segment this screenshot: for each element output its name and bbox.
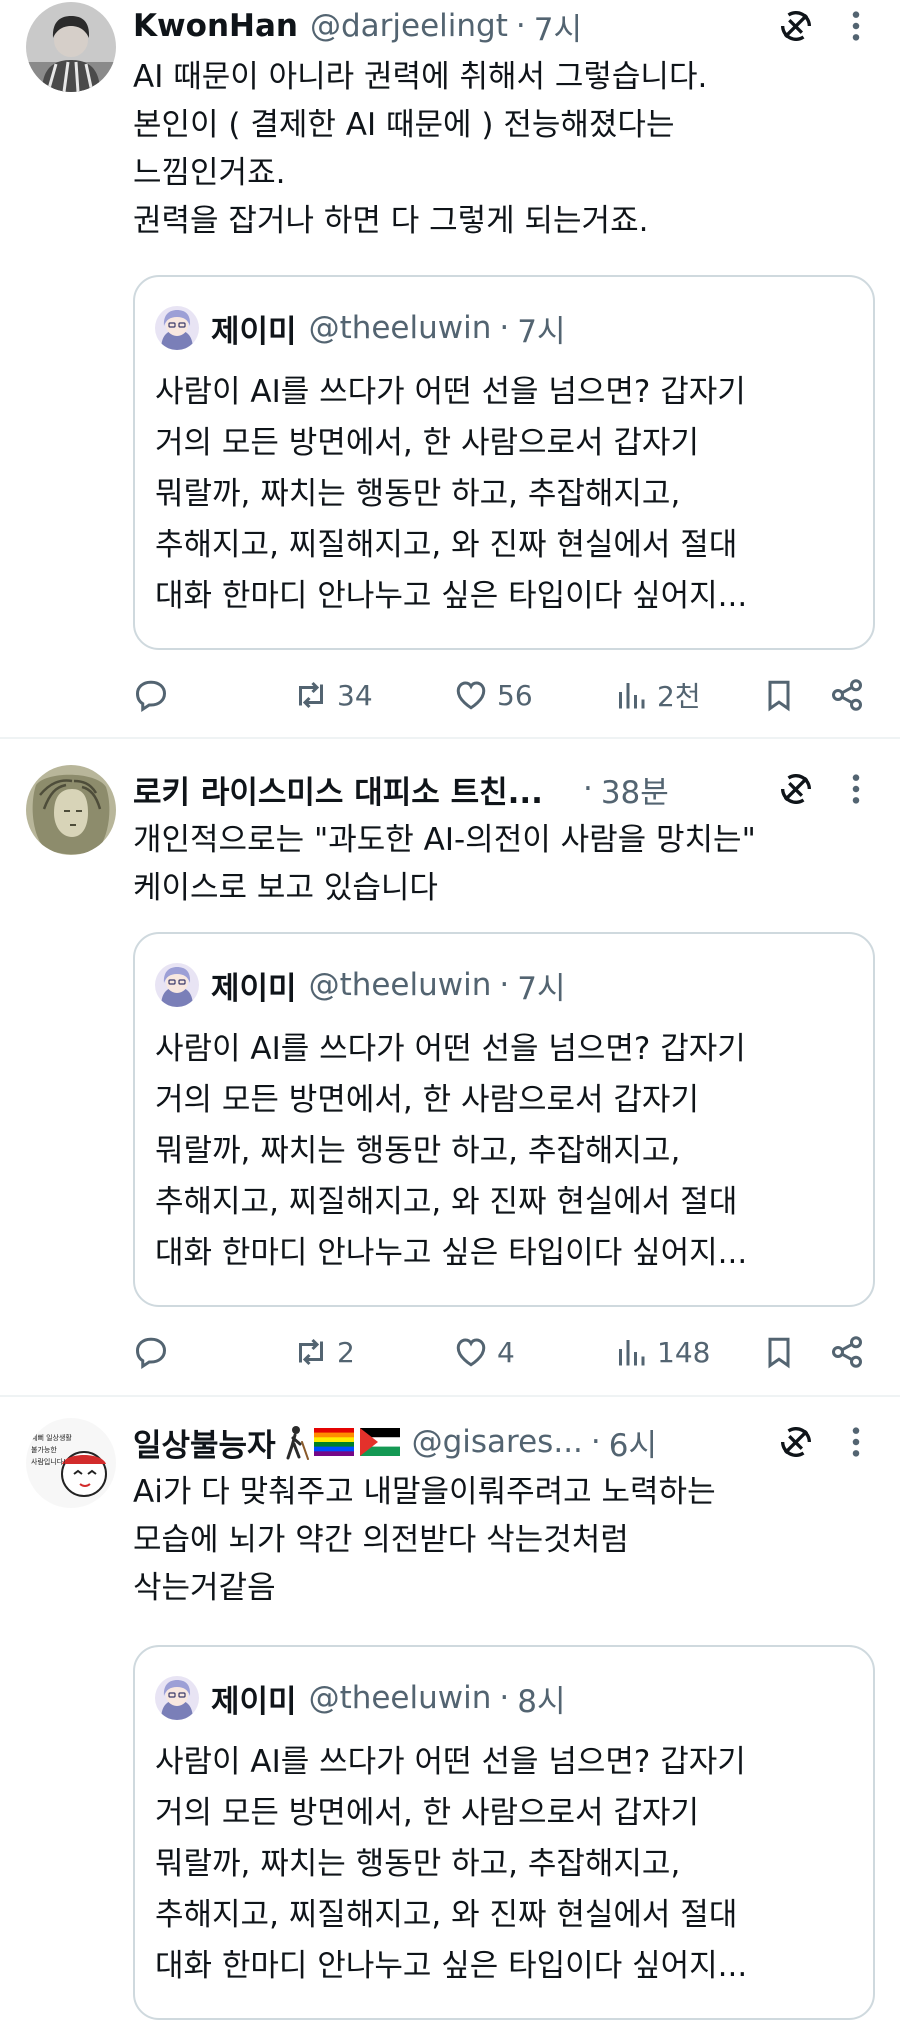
bookmark-button[interactable]	[761, 1327, 805, 1377]
tweet-header: 로키 라이스미스 대피소 트친... · 38분	[133, 765, 880, 813]
quote-display-name: 제이미	[211, 313, 297, 350]
retweet-count: 34	[337, 678, 373, 712]
views-count: 2천	[657, 680, 701, 713]
reply-button[interactable]	[133, 1327, 177, 1377]
quote-avatar	[155, 963, 199, 1007]
avatar[interactable]	[26, 765, 116, 855]
quote-text: 사람이 AI를 쓰다가 어떤 선을 넘으면? 갑자기 거의 모든 방면에서, 한…	[155, 1031, 748, 1271]
retweet-button[interactable]: 34	[293, 670, 373, 720]
quote-tweet[interactable]: 제이미 @theeluwin · 8시 사람이 AI를 쓰다가 어떤 선을 넘으…	[133, 1645, 875, 2020]
quote-display-name: 제이미	[211, 1683, 297, 1720]
views-button[interactable]: 148	[613, 1327, 710, 1377]
views-icon	[613, 677, 649, 713]
handle[interactable]: @darjeelingt	[310, 8, 508, 44]
quote-timestamp: 7시	[517, 970, 566, 1007]
timestamp[interactable]: 38분	[601, 767, 669, 812]
grok-icon[interactable]	[776, 769, 816, 809]
action-bar: 2 4 148	[133, 1327, 873, 1377]
display-name[interactable]: 로키 라이스미스 대피소 트친...	[133, 767, 543, 812]
display-name-emoji	[282, 1424, 400, 1460]
avatar[interactable]	[26, 2, 116, 92]
tweet-text: Ai가 다 맞춰주고 내말을이뤄주려고 노력하는 모습에 뇌가 약간 의전받다 …	[133, 1474, 716, 1606]
heart-icon	[453, 1334, 489, 1370]
grok-icon[interactable]	[776, 1422, 816, 1462]
share-icon	[829, 1334, 865, 1370]
bookmark-icon	[761, 677, 797, 713]
rainbow-flag-icon	[313, 1428, 354, 1456]
timestamp[interactable]: 6시	[609, 1420, 657, 1465]
share-button[interactable]	[829, 670, 873, 720]
handle[interactable]: @gisares...	[412, 1424, 583, 1460]
quote-tweet[interactable]: 제이미 @theeluwin · 7시 사람이 AI를 쓰다가 어떤 선을 넘으…	[133, 275, 875, 650]
person-with-cane-icon	[286, 1426, 309, 1460]
quote-timestamp: 7시	[517, 313, 566, 350]
quote-text: 사람이 AI를 쓰다가 어떤 선을 넘으면? 갑자기 거의 모든 방면에서, 한…	[155, 1744, 748, 1984]
quote-avatar	[155, 306, 199, 350]
quote-avatar	[155, 1676, 199, 1720]
quote-handle: @theeluwin	[308, 1680, 492, 1716]
separator-dot: ·	[515, 8, 526, 44]
more-icon[interactable]	[850, 1425, 862, 1459]
views-icon	[613, 1334, 649, 1370]
tweet-header: 일상불능자 @gisares... · 6시	[133, 1418, 880, 1466]
action-bar: 34 56 2천	[133, 670, 873, 720]
separator-dot: ·	[590, 1424, 601, 1460]
quote-text: 사람이 AI를 쓰다가 어떤 선을 넘으면? 갑자기 거의 모든 방면에서, 한…	[155, 374, 748, 614]
avatar-caption: 예뻐 일상생활	[31, 1433, 72, 1442]
separator-dot: ·	[582, 771, 593, 807]
like-button[interactable]: 4	[453, 1327, 515, 1377]
separator-dot: ·	[499, 1680, 510, 1716]
like-count: 56	[497, 678, 533, 712]
like-button[interactable]: 56	[453, 670, 533, 720]
reply-button[interactable]	[133, 670, 177, 720]
divider	[0, 1395, 900, 1397]
like-count: 4	[497, 1335, 515, 1369]
display-name[interactable]: 일상불능자	[133, 1420, 276, 1465]
bookmark-button[interactable]	[761, 670, 805, 720]
bookmark-icon	[761, 1334, 797, 1370]
display-name[interactable]: KwonHan	[133, 8, 298, 44]
separator-dot: ·	[499, 310, 510, 346]
retweet-icon	[293, 677, 329, 713]
tweet-header: KwonHan @darjeelingt · 7시	[133, 2, 880, 50]
retweet-icon	[293, 1334, 329, 1370]
quote-handle: @theeluwin	[308, 967, 492, 1003]
share-icon	[829, 677, 865, 713]
timestamp[interactable]: 7시	[534, 4, 582, 49]
retweet-count: 2	[337, 1335, 355, 1369]
palestine-flag-icon	[359, 1428, 400, 1456]
more-icon[interactable]	[850, 772, 862, 806]
quote-display-name: 제이미	[211, 970, 297, 1007]
grok-icon[interactable]	[776, 6, 816, 46]
avatar-caption: 불가능한	[31, 1445, 57, 1454]
quote-timestamp: 8시	[517, 1683, 566, 1720]
retweet-button[interactable]: 2	[293, 1327, 355, 1377]
divider	[0, 737, 900, 739]
quote-header: 제이미 @theeluwin · 7시	[155, 962, 566, 1008]
tweet-text: AI 때문이 아니라 권력에 취해서 그렇습니다. 본인이 ( 결제한 AI 때…	[133, 59, 708, 239]
avatar[interactable]: 예뻐 일상생활 불가능한 사람입니다!	[26, 1418, 116, 1508]
share-button[interactable]	[829, 1327, 873, 1377]
heart-icon	[453, 677, 489, 713]
avatar-caption: 사람입니다!	[31, 1457, 66, 1466]
reply-icon	[133, 1334, 169, 1370]
quote-handle: @theeluwin	[308, 310, 492, 346]
reply-icon	[133, 677, 169, 713]
more-icon[interactable]	[850, 9, 862, 43]
tweet-text: 개인적으로는 "과도한 AI-의전이 사람을 망치는" 케이스로 보고 있습니다	[133, 822, 756, 906]
quote-tweet[interactable]: 제이미 @theeluwin · 7시 사람이 AI를 쓰다가 어떤 선을 넘으…	[133, 932, 875, 1307]
quote-header: 제이미 @theeluwin · 7시	[155, 305, 566, 351]
separator-dot: ·	[499, 967, 510, 1003]
quote-header: 제이미 @theeluwin · 8시	[155, 1675, 566, 1721]
views-count: 148	[657, 1335, 711, 1369]
views-button[interactable]: 2천	[613, 670, 701, 720]
